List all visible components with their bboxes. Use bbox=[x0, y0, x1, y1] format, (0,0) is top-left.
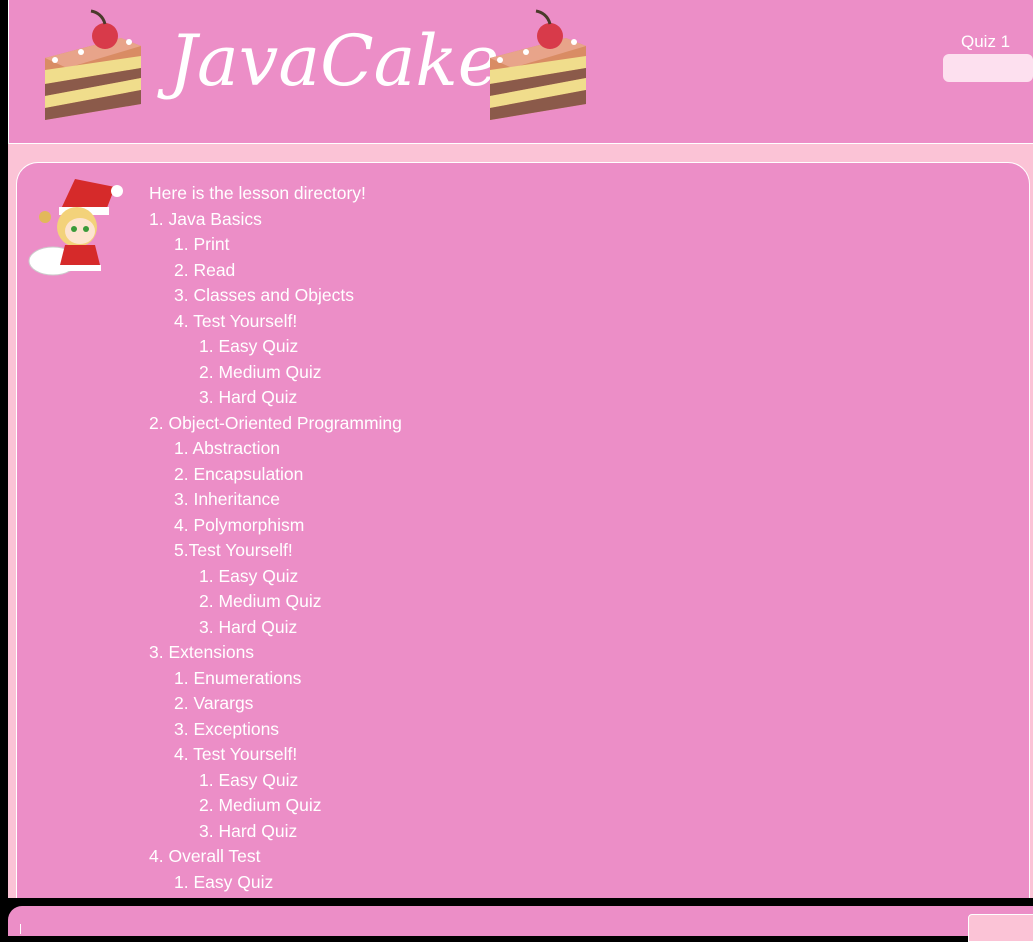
directory-item: 3. Exceptions bbox=[174, 718, 280, 739]
directory-item: 3. Hard Quiz bbox=[199, 820, 298, 841]
cake-slice-icon bbox=[45, 9, 141, 120]
quiz-progress-field[interactable] bbox=[943, 54, 1033, 82]
directory-item: 1. Abstraction bbox=[174, 438, 281, 458]
directory-item: 3. Hard Quiz bbox=[199, 387, 298, 407]
directory-item: 4. Test Yourself! bbox=[174, 310, 298, 331]
directory-item: 3. Inheritance bbox=[174, 489, 281, 509]
text-caret bbox=[20, 924, 21, 934]
directory-item: 4. Polymorphism bbox=[174, 514, 305, 535]
app-logo-title: JavaCake bbox=[169, 20, 500, 102]
dialog-panel: Here is the lesson directory! 1. Java Ba… bbox=[16, 162, 1030, 898]
directory-item: 1. Easy Quiz bbox=[199, 769, 299, 790]
directory-item: 1. Enumerations bbox=[174, 667, 302, 688]
directory-item: 1. Java Basics bbox=[149, 208, 262, 229]
cake-slice-icon bbox=[490, 9, 586, 120]
lesson-directory: Here is the lesson directory! 1. Java Ba… bbox=[149, 181, 402, 895]
directory-item: 2. Varargs bbox=[174, 693, 254, 713]
directory-intro: Here is the lesson directory! bbox=[149, 183, 366, 203]
directory-item: 2. Medium Quiz bbox=[199, 591, 322, 611]
directory-item: 3. Extensions bbox=[149, 642, 255, 662]
directory-item: 2. Medium Quiz bbox=[199, 795, 322, 815]
directory-item: 1. Easy Quiz bbox=[199, 565, 299, 586]
directory-item: 4. Overall Test bbox=[149, 846, 261, 866]
directory-item: 2. Object-Oriented Programming bbox=[149, 412, 402, 433]
directory-item: 5.Test Yourself! bbox=[174, 540, 293, 560]
directory-item: 1. Easy Quiz bbox=[174, 871, 274, 892]
directory-item: 2. Encapsulation bbox=[174, 463, 304, 484]
directory-item: 3. Classes and Objects bbox=[174, 285, 354, 305]
directory-item: 2. Read bbox=[174, 259, 236, 280]
command-input-bar[interactable] bbox=[8, 906, 1033, 942]
header: JavaCake Quiz 1 bbox=[8, 0, 1033, 144]
send-button[interactable] bbox=[968, 914, 1033, 942]
directory-item: 2. Medium Quiz bbox=[199, 361, 322, 382]
directory-item: 4. Test Yourself! bbox=[174, 744, 298, 764]
directory-item: 1. Easy Quiz bbox=[199, 336, 299, 356]
directory-list: 1. Java Basics 1. Print 2. Read 3. Classes … bbox=[149, 207, 402, 896]
santa-girl-avatar bbox=[28, 179, 123, 276]
directory-item: 3. Hard Quiz bbox=[199, 616, 298, 637]
directory-item: 1. Print bbox=[174, 234, 230, 254]
quiz-label: Quiz 1 bbox=[961, 32, 1011, 51]
